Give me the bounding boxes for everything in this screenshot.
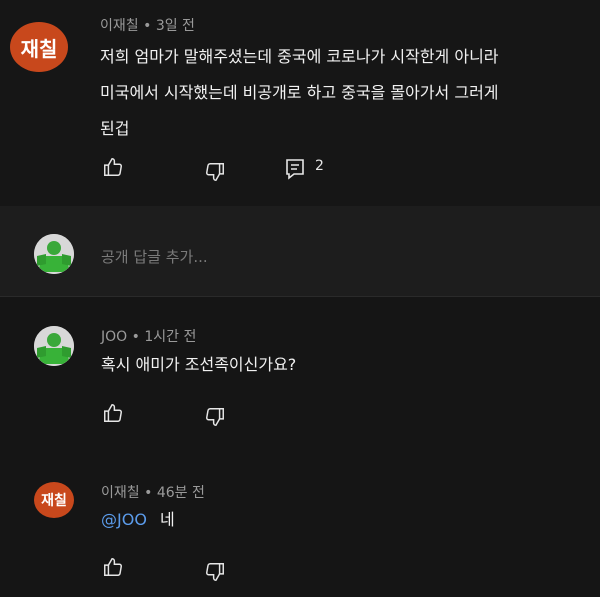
comment-meta: 이재칠 • 46분 전: [101, 482, 205, 502]
mention-link[interactable]: @JOO: [101, 510, 147, 529]
avatar[interactable]: [34, 326, 74, 366]
thumbs-down-icon[interactable]: [203, 160, 227, 184]
thumbs-down-icon[interactable]: [203, 560, 227, 584]
reply-input[interactable]: 공개 답글 추가...: [101, 246, 208, 267]
comment-time: 46분 전: [156, 485, 205, 501]
thumbs-down-icon[interactable]: [203, 405, 227, 429]
author-name[interactable]: JOO: [101, 329, 127, 345]
meta-separator: •: [131, 329, 140, 345]
comment-text: @JOO 네: [101, 505, 175, 535]
comment-time: 3일 전: [155, 18, 195, 34]
author-name[interactable]: 이재칠: [101, 485, 140, 501]
reply-text: 네: [160, 510, 175, 529]
comment-line: 미국에서 시작했는데 비공개로 하고 중국을 몰아가서 그러게: [100, 83, 499, 102]
reply-input-area: 공개 답글 추가...: [0, 206, 600, 297]
comment-reply-icon[interactable]: [283, 157, 307, 181]
meta-separator: •: [144, 485, 153, 501]
author-name[interactable]: 이재칠: [100, 18, 139, 34]
avatar: [34, 234, 74, 274]
thumbs-up-icon[interactable]: [101, 555, 125, 579]
reply-count[interactable]: 2: [315, 158, 324, 174]
meta-separator: •: [143, 18, 152, 34]
comment-time: 1시간 전: [144, 329, 197, 345]
comment-meta: 이재칠 • 3일 전: [100, 15, 195, 35]
reply-list: JOO • 1시간 전 혹시 애미가 조선족이신가요? 재칠 이재칠 • 46분…: [0, 297, 600, 597]
comment-line: 저희 엄마가 말해주셨는데 중국에 코로나가 시작한게 아니라: [100, 47, 499, 66]
comment-text: 저희 엄마가 말해주셨는데 중국에 코로나가 시작한게 아니라 미국에서 시작했…: [100, 42, 499, 144]
top-comment: 재칠 이재칠 • 3일 전 저희 엄마가 말해주셨는데 중국에 코로나가 시작한…: [0, 0, 600, 206]
comment-line: 된겁: [100, 119, 130, 138]
thumbs-up-icon[interactable]: [101, 155, 125, 179]
avatar[interactable]: 재칠: [10, 22, 68, 72]
thumbs-up-icon[interactable]: [101, 401, 125, 425]
comment-meta: JOO • 1시간 전: [101, 326, 196, 346]
comment-text: 혹시 애미가 조선족이신가요?: [101, 355, 297, 374]
avatar[interactable]: 재칠: [34, 482, 74, 518]
